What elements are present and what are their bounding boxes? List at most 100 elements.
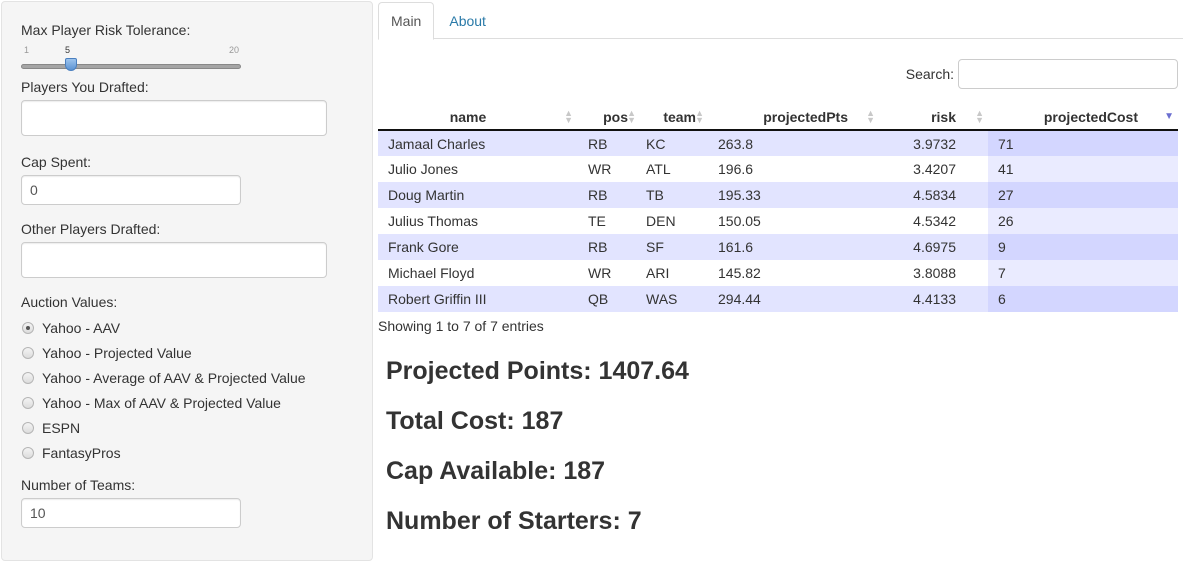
- column-header-projectedpts[interactable]: projectedPts ▲ ▼: [708, 104, 878, 131]
- table-info: Showing 1 to 7 of 7 entries: [378, 318, 544, 334]
- other-players-label: Other Players Drafted:: [21, 221, 161, 237]
- radio-label: Yahoo - Projected Value: [42, 344, 192, 361]
- column-label: projectedPts: [763, 108, 848, 125]
- sort-icon: ▲ ▼: [866, 108, 875, 125]
- radio-label: FantasyPros: [42, 444, 121, 461]
- num-teams-input[interactable]: [21, 498, 241, 528]
- cell-team: ARI: [636, 260, 708, 286]
- slider-handle[interactable]: [65, 58, 78, 71]
- search-input[interactable]: [958, 59, 1178, 89]
- cell-pos: RB: [578, 182, 636, 208]
- tab-about[interactable]: About: [436, 2, 499, 39]
- radio-option-yahoo-aav[interactable]: Yahoo - AAV: [21, 315, 353, 340]
- cell-name: Doug Martin: [378, 182, 578, 208]
- cell-projectedpts: 150.05: [708, 208, 878, 234]
- cell-risk: 4.4133: [878, 286, 988, 312]
- radio-button[interactable]: [22, 421, 34, 434]
- num-starters-summary: Number of Starters: 7: [386, 507, 642, 535]
- cap-spent-input[interactable]: [21, 175, 241, 205]
- cell-risk: 4.5834: [878, 182, 988, 208]
- table-row[interactable]: Doug Martin RB TB 195.33 4.5834 27: [378, 182, 1178, 208]
- total-cost-summary: Total Cost: 187: [386, 407, 564, 435]
- cell-projectedcost: 27: [988, 182, 1178, 208]
- radio-label: Yahoo - Max of AAV & Projected Value: [42, 394, 281, 411]
- players-table: name ▲ ▼ pos ▲ ▼ team ▲ ▼ projectedPts ▲ ▼ r…: [378, 104, 1178, 312]
- radio-button[interactable]: [22, 321, 34, 334]
- radio-option-yahoo-average[interactable]: Yahoo - Average of AAV & Projected Value: [21, 365, 353, 390]
- cell-team: KC: [636, 130, 708, 156]
- column-label: projectedCost: [1043, 108, 1138, 125]
- tab-main[interactable]: Main: [378, 2, 435, 40]
- slider-track[interactable]: [21, 64, 241, 69]
- cell-risk: 4.6975: [878, 234, 988, 260]
- radio-button[interactable]: [22, 346, 34, 359]
- cell-name: Frank Gore: [378, 234, 578, 260]
- column-header-name[interactable]: name ▲ ▼: [378, 104, 578, 131]
- sort-icon: ▲ ▼: [975, 108, 984, 125]
- table-row[interactable]: Jamaal Charles RB KC 263.8 3.9732 71: [378, 130, 1178, 156]
- table-row[interactable]: Michael Floyd WR ARI 145.82 3.8088 7: [378, 260, 1178, 286]
- cell-pos: RB: [578, 130, 636, 156]
- cap-available-summary: Cap Available: 187: [386, 457, 606, 485]
- cell-team: SF: [636, 234, 708, 260]
- column-label: team: [663, 108, 696, 125]
- slider-min-label: 1: [24, 45, 30, 55]
- cell-risk: 3.4207: [878, 156, 988, 182]
- cell-projectedpts: 263.8: [708, 130, 878, 156]
- main-panel: Main About Search: name ▲▼ pos ▲▼ team: [378, 0, 1191, 549]
- cell-projectedcost: 26: [988, 208, 1178, 234]
- column-header-team[interactable]: team ▲ ▼: [636, 104, 708, 131]
- cell-pos: WR: [578, 260, 636, 286]
- cell-pos: QB: [578, 286, 636, 312]
- radio-option-fantasypros[interactable]: FantasyPros: [21, 440, 353, 465]
- column-label: risk: [931, 108, 956, 125]
- cell-projectedpts: 196.6: [708, 156, 878, 182]
- radio-button[interactable]: [22, 371, 34, 384]
- radio-label: Yahoo - Average of AAV & Projected Value: [42, 369, 306, 386]
- auction-values-label: Auction Values:: [21, 294, 118, 310]
- cell-team: ATL: [636, 156, 708, 182]
- radio-option-espn[interactable]: ESPN: [21, 415, 353, 440]
- cell-name: Julius Thomas: [378, 208, 578, 234]
- radio-label: ESPN: [42, 419, 81, 436]
- search-label: Search:: [905, 66, 954, 82]
- column-label: pos: [603, 108, 628, 125]
- players-drafted-input[interactable]: [21, 100, 327, 136]
- cell-risk: 3.8088: [878, 260, 988, 286]
- cell-projectedcost: 71: [988, 130, 1178, 156]
- cell-risk: 4.5342: [878, 208, 988, 234]
- risk-tolerance-slider[interactable]: 1 5 20: [21, 43, 243, 71]
- radio-button[interactable]: [22, 446, 34, 459]
- radio-option-yahoo-projected[interactable]: Yahoo - Projected Value: [21, 340, 353, 365]
- radio-label: Yahoo - AAV: [42, 319, 121, 336]
- table-row[interactable]: Julius Thomas TE DEN 150.05 4.5342 26: [378, 208, 1178, 234]
- auction-values-radio-group: Yahoo - AAV Yahoo - Projected Value Yaho…: [21, 315, 353, 465]
- cell-projectedcost: 41: [988, 156, 1178, 182]
- cell-pos: RB: [578, 234, 636, 260]
- column-header-projectedcost[interactable]: projectedCost ▼: [988, 104, 1178, 131]
- table-header-row: name ▲ ▼ pos ▲ ▼ team ▲ ▼ projectedPts ▲ ▼ r…: [378, 104, 1178, 131]
- table-row[interactable]: Robert Griffin III QB WAS 294.44 4.4133 6: [378, 286, 1178, 312]
- players-drafted-label: Players You Drafted:: [21, 79, 149, 95]
- cell-team: DEN: [636, 208, 708, 234]
- cell-projectedpts: 161.6: [708, 234, 878, 260]
- sort-desc-icon: ▼: [1164, 111, 1174, 122]
- radio-option-yahoo-max[interactable]: Yahoo - Max of AAV & Projected Value: [21, 390, 353, 415]
- other-players-input[interactable]: [21, 242, 327, 278]
- slider-value-label: 5: [65, 45, 71, 55]
- column-header-pos[interactable]: pos ▲ ▼: [578, 104, 636, 131]
- cell-projectedpts: 195.33: [708, 182, 878, 208]
- cell-name: Julio Jones: [378, 156, 578, 182]
- cell-name: Jamaal Charles: [378, 130, 578, 156]
- table-row[interactable]: Frank Gore RB SF 161.6 4.6975 9: [378, 234, 1178, 260]
- cell-projectedcost: 7: [988, 260, 1178, 286]
- cell-name: Robert Griffin III: [378, 286, 578, 312]
- cell-projectedcost: 9: [988, 234, 1178, 260]
- table-row[interactable]: Julio Jones WR ATL 196.6 3.4207 41: [378, 156, 1178, 182]
- cell-pos: WR: [578, 156, 636, 182]
- risk-tolerance-label: Max Player Risk Tolerance:: [21, 22, 191, 38]
- search-bar: Search:: [906, 59, 1178, 89]
- column-header-risk[interactable]: risk ▲ ▼: [878, 104, 988, 131]
- radio-button[interactable]: [22, 396, 34, 409]
- num-teams-label: Number of Teams:: [21, 477, 136, 493]
